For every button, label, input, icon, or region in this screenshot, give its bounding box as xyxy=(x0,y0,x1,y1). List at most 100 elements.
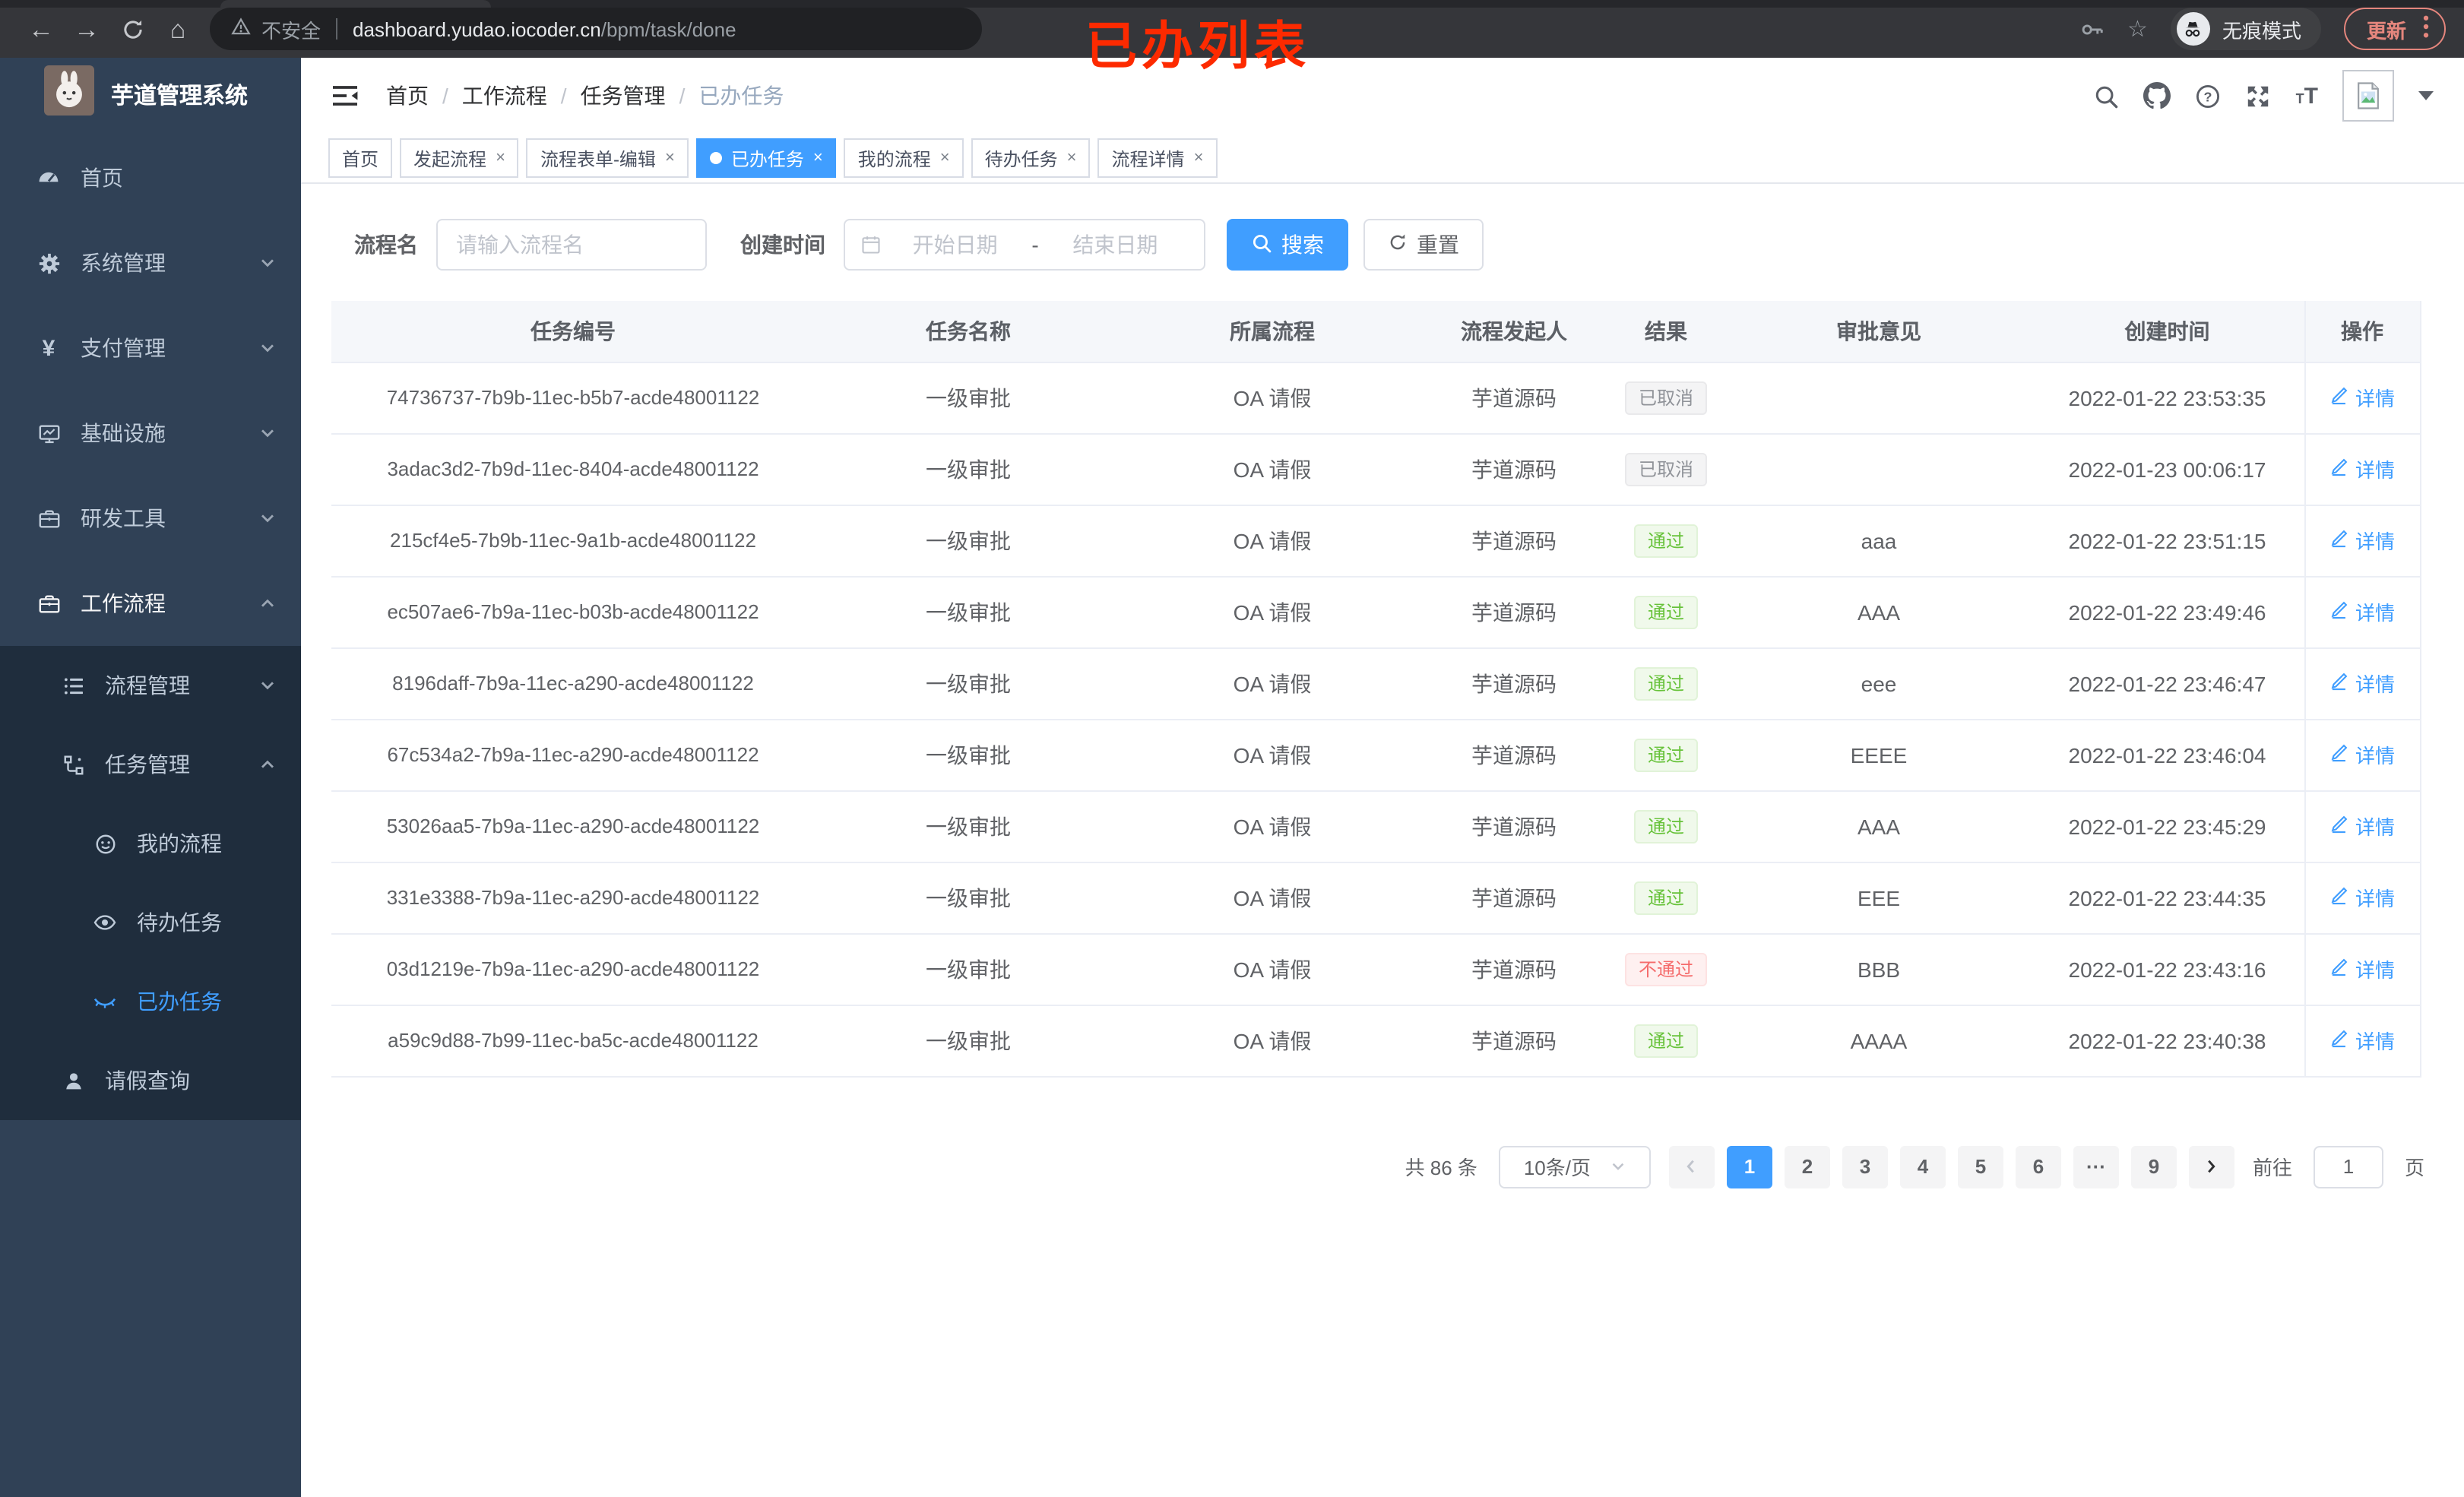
tab-label: 流程表单-编辑 xyxy=(540,148,656,169)
page-button-4[interactable]: 4 xyxy=(1899,1145,1946,1188)
sidebar-item-workflow[interactable]: 工作流程 xyxy=(0,561,301,646)
table-row: ec507ae6-7b9a-11ec-b03b-acde48001122 一级审批… xyxy=(331,576,2421,648)
sidebar-item-leave-query[interactable]: 请假查询 xyxy=(0,1041,301,1120)
sidebar-item-system[interactable]: 系统管理 xyxy=(0,220,301,305)
cell-task-id: 67c534a2-7b9a-11ec-a290-acde48001122 xyxy=(331,719,815,791)
back-icon[interactable]: ← xyxy=(18,16,64,42)
tab-process-form-edit[interactable]: 流程表单-编辑 × xyxy=(526,138,689,178)
close-icon[interactable]: × xyxy=(496,149,505,167)
table-row: a59c9d88-7b99-11ec-ba5c-acde48001122 一级审批… xyxy=(331,1005,2421,1077)
select-chevron-icon xyxy=(1609,1158,1626,1175)
detail-link[interactable]: 详情 xyxy=(2329,383,2395,412)
table-row: 53026aa5-7b9a-11ec-a290-acde48001122 一级审批… xyxy=(331,790,2421,862)
detail-link[interactable]: 详情 xyxy=(2329,812,2395,840)
forward-icon[interactable]: → xyxy=(64,16,109,42)
sidebar-item-home[interactable]: 首页 xyxy=(0,135,301,220)
table-header-row: 任务编号 任务名称 所属流程 流程发起人 结果 审批意见 创建时间 操作 xyxy=(331,301,2421,362)
github-icon[interactable] xyxy=(2143,82,2171,109)
close-icon[interactable]: × xyxy=(940,149,950,167)
sidebar-item-done-tasks[interactable]: 已办任务 xyxy=(0,962,301,1041)
column-header: 审批意见 xyxy=(1727,301,2031,362)
cell-actions: 详情 xyxy=(2304,862,2421,934)
navbar-actions: ? TT xyxy=(2094,70,2434,122)
sidebar-item-infra[interactable]: 基础设施 xyxy=(0,391,301,476)
tab-home[interactable]: 首页 xyxy=(328,138,393,178)
result-badge: 通过 xyxy=(1633,524,1698,557)
url-bar[interactable]: 不安全 dashboard.yudao.iocoder.cn/bpm/task/… xyxy=(210,8,982,50)
update-button[interactable]: 更新 xyxy=(2343,8,2446,50)
detail-link[interactable]: 详情 xyxy=(2329,883,2395,912)
system-icon xyxy=(30,252,67,274)
page-button-5[interactable]: 5 xyxy=(1957,1145,2003,1188)
page-button-6[interactable]: 6 xyxy=(2015,1145,2061,1188)
page-button-1[interactable]: 1 xyxy=(1726,1145,1772,1188)
goto-page-input[interactable]: 1 xyxy=(2313,1145,2383,1188)
end-date-placeholder[interactable]: 结束日期 xyxy=(1042,229,1189,260)
page-button-2[interactable]: 2 xyxy=(1784,1145,1830,1188)
prev-page-button[interactable] xyxy=(1668,1145,1715,1188)
page-size-select[interactable]: 10条/页 xyxy=(1498,1145,1651,1188)
tab-my-process[interactable]: 我的流程 × xyxy=(844,138,964,178)
tab-process-detail[interactable]: 流程详情 × xyxy=(1097,138,1218,178)
process-name-input[interactable]: 请输入流程名 xyxy=(436,219,707,271)
search-button[interactable]: 搜索 xyxy=(1227,219,1348,271)
start-date-placeholder[interactable]: 开始日期 xyxy=(882,229,1028,260)
chrome-actions: ☆ 无痕模式 更新 xyxy=(2079,8,2446,50)
table-row: 331e3388-7b9a-11ec-a290-acde48001122 一级审批… xyxy=(331,862,2421,934)
close-icon[interactable]: × xyxy=(1067,149,1077,167)
workflow-icon xyxy=(30,592,67,615)
close-icon[interactable]: × xyxy=(1194,149,1204,167)
detail-link[interactable]: 详情 xyxy=(2329,1026,2395,1055)
sidebar-item-payment[interactable]: ¥ 支付管理 xyxy=(0,305,301,391)
next-page-button[interactable] xyxy=(2188,1145,2234,1188)
fullscreen-icon[interactable] xyxy=(2246,83,2272,109)
search-icon[interactable] xyxy=(2094,83,2120,109)
detail-link[interactable]: 详情 xyxy=(2329,454,2395,483)
more-pages-button[interactable]: ··· xyxy=(2073,1145,2119,1188)
chevron-down-icon xyxy=(258,509,277,527)
tab-done-tasks[interactable]: 已办任务 × xyxy=(695,138,837,178)
font-size-icon[interactable]: TT xyxy=(2296,83,2318,109)
chevron-down-icon[interactable] xyxy=(2418,91,2434,100)
home-icon[interactable]: ⌂ xyxy=(155,16,201,42)
detail-link[interactable]: 详情 xyxy=(2329,597,2395,626)
security-label[interactable]: 不安全 xyxy=(261,14,321,43)
menu-dots-icon[interactable] xyxy=(2423,15,2429,43)
key-icon[interactable] xyxy=(2079,16,2105,42)
column-header: 流程发起人 xyxy=(1423,301,1605,362)
sidebar-item-my-process[interactable]: 我的流程 xyxy=(0,804,301,883)
detail-link[interactable]: 详情 xyxy=(2329,669,2395,698)
avatar[interactable] xyxy=(2342,70,2394,122)
collapse-menu-icon[interactable] xyxy=(331,84,359,108)
breadcrumb-item[interactable]: 首页 xyxy=(386,81,429,111)
breadcrumb-item[interactable]: 任务管理 xyxy=(581,81,666,111)
breadcrumb-item[interactable]: 工作流程 xyxy=(462,81,547,111)
detail-label: 详情 xyxy=(2355,602,2395,625)
sidebar-item-label: 任务管理 xyxy=(105,752,190,777)
tab-todo-tasks[interactable]: 待办任务 × xyxy=(971,138,1091,178)
detail-link[interactable]: 详情 xyxy=(2329,740,2395,769)
result-badge: 通过 xyxy=(1633,881,1698,914)
help-icon[interactable]: ? xyxy=(2196,83,2222,109)
sidebar-item-label: 我的流程 xyxy=(137,831,222,856)
page-button-9[interactable]: 9 xyxy=(2130,1145,2177,1188)
reset-button[interactable]: 重置 xyxy=(1363,219,1484,271)
sidebar-item-devtools[interactable]: 研发工具 xyxy=(0,476,301,561)
reload-icon[interactable] xyxy=(109,17,155,40)
close-icon[interactable]: × xyxy=(813,149,823,167)
detail-link[interactable]: 详情 xyxy=(2329,526,2395,555)
cell-task-id: 215cf4e5-7b9b-11ec-9a1b-acde48001122 xyxy=(331,505,815,577)
date-range-input[interactable]: 开始日期 - 结束日期 xyxy=(844,219,1205,271)
detail-link[interactable]: 详情 xyxy=(2329,954,2395,983)
sidebar-item-todo-tasks[interactable]: 待办任务 xyxy=(0,883,301,962)
tab-start-process[interactable]: 发起流程 × xyxy=(400,138,519,178)
cell-starter: 芋道源码 xyxy=(1423,576,1605,648)
detail-label: 详情 xyxy=(2355,530,2395,553)
cell-created: 2022-01-22 23:49:46 xyxy=(2031,576,2304,648)
chevron-down-icon xyxy=(258,339,277,357)
sidebar-item-task-mgmt[interactable]: 任务管理 xyxy=(0,725,301,804)
close-icon[interactable]: × xyxy=(665,149,675,167)
bookmark-star-icon[interactable]: ☆ xyxy=(2127,15,2148,43)
page-button-3[interactable]: 3 xyxy=(1842,1145,1888,1188)
sidebar-item-process-mgmt[interactable]: 流程管理 xyxy=(0,646,301,725)
